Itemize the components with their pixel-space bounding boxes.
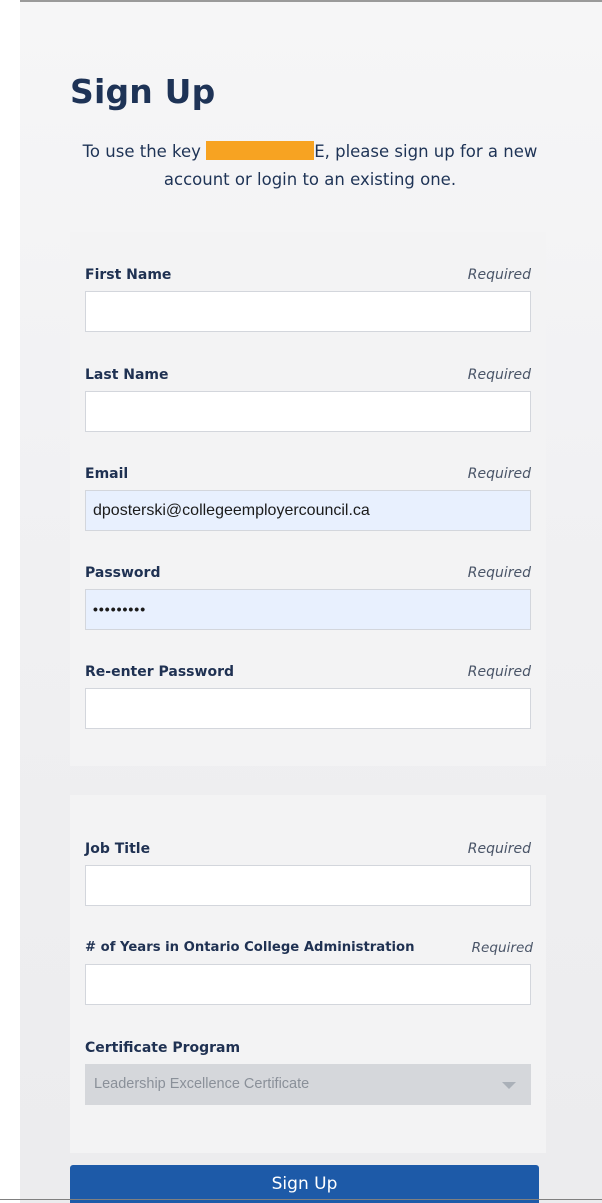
- intro-text-start: To use the key: [82, 142, 207, 161]
- years-input[interactable]: [85, 964, 531, 1005]
- job-title-required: Required: [467, 841, 531, 857]
- reenter-password-input[interactable]: [85, 688, 531, 729]
- certificate-program-label: Certificate Program: [85, 1040, 241, 1056]
- reenter-password-required: Required: [467, 664, 531, 680]
- password-input[interactable]: •••••••••: [85, 589, 531, 630]
- bottom-border: [0, 1199, 602, 1200]
- years-required: Required: [471, 940, 533, 956]
- page-title: Sign Up: [70, 72, 216, 111]
- email-label: Email: [85, 466, 129, 482]
- left-margin: [0, 0, 20, 1203]
- profile-fields-card: Job Title Required # of Years in Ontario…: [70, 795, 546, 1153]
- reenter-password-label: Re-enter Password: [85, 664, 234, 680]
- email-input[interactable]: dposterski@collegeemployercouncil.ca: [85, 490, 531, 531]
- password-required: Required: [467, 565, 531, 581]
- first-name-required: Required: [467, 267, 531, 283]
- certificate-program-value: Leadership Excellence Certificate: [94, 1076, 310, 1092]
- certificate-program-select[interactable]: Leadership Excellence Certificate: [85, 1064, 531, 1105]
- redacted-key: [206, 141, 315, 160]
- first-name-input[interactable]: [85, 291, 531, 332]
- job-title-input[interactable]: [85, 865, 531, 906]
- last-name-required: Required: [467, 367, 531, 383]
- job-title-label: Job Title: [85, 841, 151, 857]
- account-fields-card: First Name Required Last Name Required E…: [70, 232, 546, 766]
- intro-text: To use the key E, please sign up for a n…: [60, 138, 560, 194]
- first-name-label: First Name: [85, 267, 172, 283]
- last-name-input[interactable]: [85, 391, 531, 432]
- password-label: Password: [85, 565, 161, 581]
- email-required: Required: [467, 466, 531, 482]
- chevron-down-icon: [502, 1082, 516, 1089]
- sign-up-button[interactable]: Sign Up: [70, 1165, 539, 1203]
- years-label: # of Years in Ontario College Administra…: [85, 940, 415, 955]
- last-name-label: Last Name: [85, 367, 169, 383]
